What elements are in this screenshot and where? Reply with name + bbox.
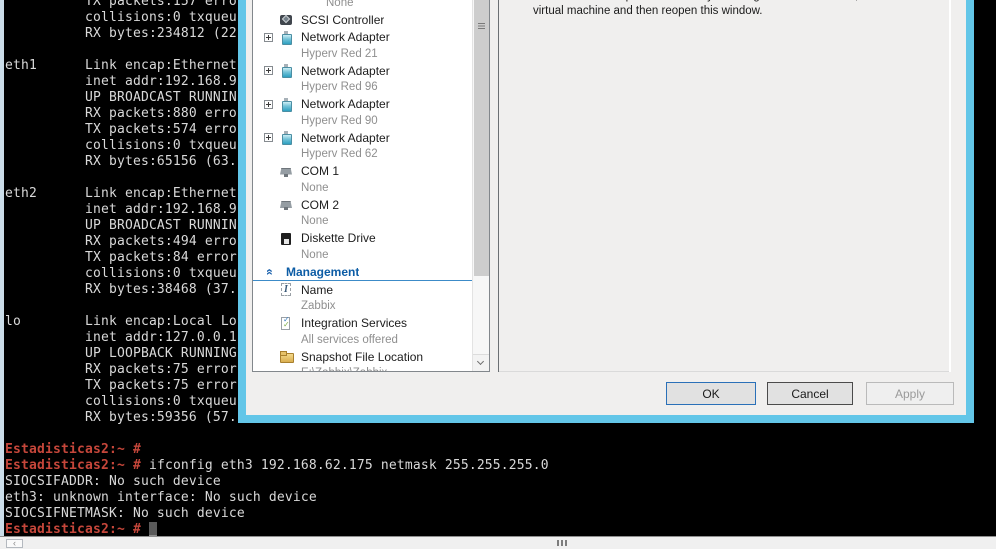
hardware-item-integration-services[interactable]: Integration Services [253,315,472,332]
hardware-item-sublabel: All services offered [301,333,398,346]
scsi-controller-icon [279,14,293,27]
terminal-line: Estadisticas2:~ # [5,442,141,457]
network-adapter-icon [279,97,293,112]
hardware-item-label: COM 2 [301,197,340,212]
hardware-item-sublabel: Hyperv Red 90 [301,114,378,127]
hardware-list-scrollbar[interactable] [472,0,489,371]
expand-plus-icon[interactable] [264,32,273,42]
com-port-icon [279,165,293,178]
scroll-left-button[interactable]: ‹ [6,539,23,548]
hardware-item-network-adapter[interactable]: Network Adapter [253,29,472,46]
hardware-item-sublabel: None [301,181,329,194]
expand-plus-icon[interactable] [264,99,273,109]
scrollbar-grip-icon [477,23,485,24]
hardware-item-sublabel: Hyperv Red 21 [301,47,378,60]
rename-icon [279,283,293,296]
ok-button[interactable]: OK [666,382,756,405]
hardware-item-label: Network Adapter [301,30,390,44]
screen: TX packets:157 erro collisions:0 txqueu … [0,0,996,549]
hardware-item-label: Name [301,282,334,297]
hardware-item-scsi-controller[interactable]: SCSI Controller [253,12,472,29]
network-adapter-icon [279,64,293,78]
hardware-item-label: Network Adapter [301,130,390,145]
section-header-management[interactable]: « Management [253,263,472,281]
cancel-button[interactable]: Cancel [767,382,853,405]
settings-unavailable-message: this window was opened. To modify a sett… [533,0,943,19]
terminal-line: SIOCSIFNETMASK: No such device [5,506,245,521]
collapse-chevron-icon[interactable]: « [263,266,277,278]
hardware-item-label: Diskette Drive [301,231,376,245]
hardware-item-com-2[interactable]: COM 2 [253,196,472,213]
hardware-item-label: COM 1 [301,164,340,178]
hardware-item-sublabel: E:\Zabbix\Zabbix [253,365,472,371]
scroll-left-icon: ‹ [13,538,16,548]
com-port-icon [279,198,293,211]
panel-separator [498,0,499,372]
hardware-item-network-adapter[interactable]: Network Adapter [253,96,472,113]
apply-button[interactable]: Apply [866,382,954,405]
hardware-item-sublabel: Hyperv Red 96 [301,81,378,93]
hardware-item-network-adapter[interactable]: Network Adapter [253,62,472,79]
chevron-down-icon [476,357,485,366]
hardware-item-sublabel: Zabbix [301,300,336,312]
vm-settings-dialog: None SCSI Controller Network Adapter Hyperv… [238,0,974,423]
scrollbar-down-button[interactable] [473,354,489,371]
terminal-line: SIOCSIFADDR: No such device [5,474,221,489]
hardware-list-items: None SCSI Controller Network Adapter Hyperv… [253,0,472,371]
hardware-item-sublabel: None [301,215,329,227]
section-label: Management [286,264,360,279]
network-adapter-icon [279,30,293,45]
hardware-item-label: SCSI Controller [301,13,385,27]
horizontal-scrollbar[interactable]: ‹ [0,536,996,549]
hardware-item-snapshot-file-location[interactable]: Snapshot File Location [253,348,472,365]
scrollbar-grip-icon [557,540,559,546]
hardware-item-sublabel: Hyperv Red 62 [301,148,378,160]
hardware-item-com-1[interactable]: COM 1 [253,163,472,180]
message-line: virtual machine and then reopen this win… [533,5,763,17]
expand-plus-icon[interactable] [264,133,273,142]
hardware-list: None SCSI Controller Network Adapter Hyperv… [252,0,490,372]
snapshot-folder-icon [279,350,294,363]
panel-right-edge [949,0,951,372]
hardware-item-sublabel: None [301,248,329,261]
hardware-item-name[interactable]: Name [253,281,472,298]
hardware-item-label: Network Adapter [301,63,390,78]
hardware-item-label: Network Adapter [301,97,390,111]
hardware-item-label: Snapshot File Location [301,349,424,364]
terminal-line: eth3: unknown interface: No such device [5,490,317,505]
window-edge-strip [0,0,4,537]
panel-bottom-edge [499,371,949,372]
scrollbar-thumb[interactable] [474,0,489,276]
terminal-line: Estadisticas2:~ # ifconfig eth3 192.168.… [5,458,549,473]
expand-plus-icon[interactable] [264,66,273,75]
hardware-item-sublabel: None [326,0,354,9]
network-adapter-icon [279,131,293,145]
integration-services-icon [279,316,293,330]
floppy-drive-icon [279,232,293,245]
hardware-item-diskette-drive[interactable]: Diskette Drive [253,230,472,247]
hardware-item-network-adapter[interactable]: Network Adapter [253,129,472,146]
hardware-item-label: Integration Services [301,316,408,330]
